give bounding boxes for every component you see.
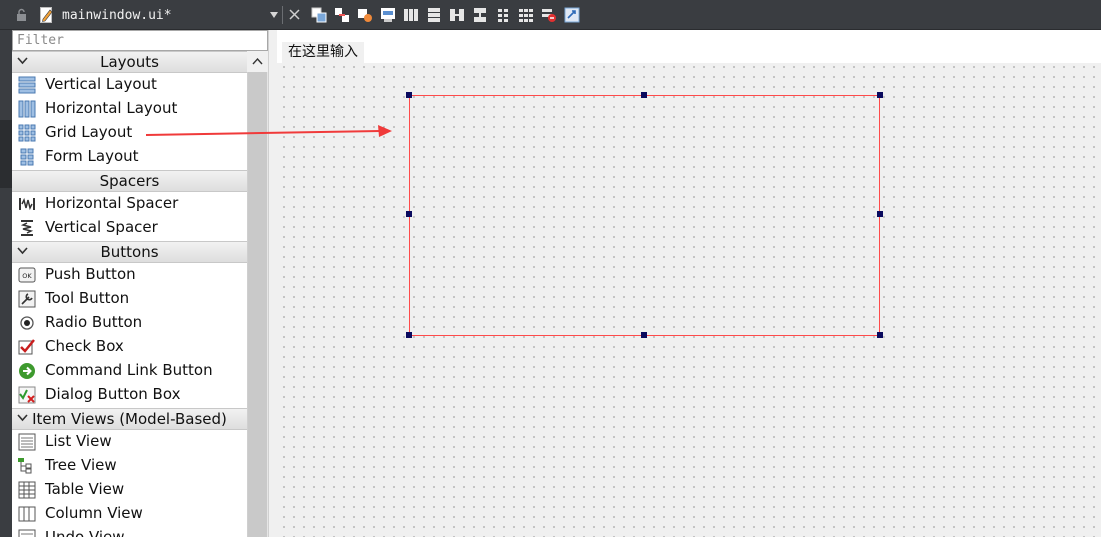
section-title: Layouts bbox=[100, 53, 159, 71]
layout-vertical-icon[interactable] bbox=[426, 7, 442, 23]
dialog-button-box-icon bbox=[18, 386, 36, 404]
widget-item-label: Column View bbox=[45, 504, 143, 522]
adjust-size-icon[interactable] bbox=[564, 7, 580, 23]
widget-item-check-box[interactable]: Check Box bbox=[12, 335, 247, 359]
resize-handle-left[interactable] bbox=[406, 211, 412, 217]
menu-type-here[interactable]: 在这里输入 bbox=[282, 42, 364, 63]
command-link-icon bbox=[19, 363, 35, 379]
edit-buddies-icon[interactable] bbox=[357, 7, 373, 23]
widget-item-label: Grid Layout bbox=[45, 123, 133, 141]
widget-item-command-link-button[interactable]: Command Link Button bbox=[12, 359, 247, 383]
edit-widgets-icon[interactable] bbox=[311, 7, 327, 23]
layout-vertical-splitter-icon[interactable] bbox=[472, 7, 488, 23]
resize-handle-top[interactable] bbox=[641, 92, 647, 98]
widget-item-label: Table View bbox=[45, 480, 125, 498]
selected-layout-frame[interactable] bbox=[409, 95, 880, 336]
widget-item-label: Vertical Layout bbox=[45, 75, 157, 93]
file-icon bbox=[40, 7, 53, 23]
radio-button-icon bbox=[20, 316, 34, 330]
section-title: Spacers bbox=[99, 172, 160, 190]
layout-form-icon[interactable] bbox=[495, 7, 511, 23]
widget-item-label: Push Button bbox=[45, 265, 136, 283]
layout-horizontal-splitter-icon[interactable] bbox=[449, 7, 465, 23]
widget-item-label: Tree View bbox=[45, 456, 117, 474]
file-name[interactable]: mainwindow.ui* bbox=[62, 7, 172, 24]
resize-handle-top-right[interactable] bbox=[877, 92, 883, 98]
lock-icon[interactable] bbox=[16, 8, 27, 21]
widget-item-push-button[interactable]: OK Push Button bbox=[12, 263, 247, 287]
widget-item-label: Tool Button bbox=[45, 289, 130, 307]
side-dock-edge bbox=[0, 30, 12, 537]
check-box-icon bbox=[18, 339, 35, 355]
tool-button-icon bbox=[18, 290, 36, 308]
widget-item-label: Horizontal Layout bbox=[45, 99, 178, 117]
resize-handle-bottom[interactable] bbox=[641, 332, 647, 338]
vertical-layout-icon bbox=[18, 76, 36, 94]
widget-item-table-view[interactable]: Table View bbox=[12, 478, 247, 502]
resize-handle-top-left[interactable] bbox=[406, 92, 412, 98]
section-title: Item Views (Model-Based) bbox=[32, 410, 227, 428]
toolbar-separator bbox=[282, 6, 283, 24]
widget-item-column-view[interactable]: Column View bbox=[12, 502, 247, 526]
column-view-icon bbox=[18, 506, 36, 522]
widget-item-label: Vertical Spacer bbox=[45, 218, 158, 236]
widget-item-form-layout[interactable]: Form Layout bbox=[12, 145, 247, 169]
widget-item-horizontal-layout[interactable]: Horizontal Layout bbox=[12, 97, 247, 121]
resize-handle-right[interactable] bbox=[877, 211, 883, 217]
widget-box-list: Layouts Vertical Layout Horizontal Layou… bbox=[12, 51, 247, 537]
resize-handle-bottom-left[interactable] bbox=[406, 332, 412, 338]
vertical-spacer-icon bbox=[20, 220, 34, 236]
horizontal-layout-icon bbox=[18, 100, 36, 118]
tree-view-icon bbox=[18, 458, 32, 474]
form-menubar[interactable] bbox=[277, 30, 1101, 63]
table-view-icon bbox=[18, 481, 36, 499]
widget-item-label: Command Link Button bbox=[45, 361, 213, 379]
widget-item-dialog-button-box[interactable]: Dialog Button Box bbox=[12, 383, 247, 407]
widget-item-list-view[interactable]: List View bbox=[12, 430, 247, 454]
widget-item-tree-view[interactable]: Tree View bbox=[12, 454, 247, 478]
push-button-icon: OK bbox=[18, 267, 36, 283]
widget-item-tool-button[interactable]: Tool Button bbox=[12, 287, 247, 311]
widget-item-label: List View bbox=[45, 432, 112, 450]
edit-tab-order-icon[interactable] bbox=[380, 7, 396, 23]
layout-horizontal-icon[interactable] bbox=[403, 7, 419, 23]
resize-handle-bottom-right[interactable] bbox=[877, 332, 883, 338]
edit-signals-slots-icon[interactable] bbox=[334, 7, 350, 23]
dropdown-icon[interactable] bbox=[270, 12, 278, 18]
widget-item-vertical-layout[interactable]: Vertical Layout bbox=[12, 73, 247, 97]
close-icon[interactable] bbox=[288, 8, 301, 21]
section-header-buttons[interactable]: Buttons bbox=[12, 241, 247, 263]
widget-item-horizontal-spacer[interactable]: Horizontal Spacer bbox=[12, 192, 247, 216]
widget-item-label: Horizontal Spacer bbox=[45, 194, 179, 212]
widget-item-label: Check Box bbox=[45, 337, 124, 355]
break-layout-icon[interactable] bbox=[541, 7, 557, 23]
widget-item-label: Undo View bbox=[45, 528, 125, 537]
grid-layout-icon bbox=[18, 124, 36, 142]
panel-splitter[interactable] bbox=[268, 30, 277, 537]
widget-item-undo-view[interactable]: Undo View bbox=[12, 526, 247, 537]
widget-item-label: Radio Button bbox=[45, 313, 143, 331]
filter-input[interactable]: Filter bbox=[12, 30, 268, 51]
list-view-icon bbox=[18, 433, 36, 451]
section-header-layouts[interactable]: Layouts bbox=[12, 51, 247, 73]
widget-item-label: Dialog Button Box bbox=[45, 385, 181, 403]
editor-toolbar: mainwindow.ui* bbox=[0, 0, 1101, 30]
section-title: Buttons bbox=[100, 243, 159, 261]
svg-text:OK: OK bbox=[22, 272, 32, 280]
widget-item-vertical-spacer[interactable]: Vertical Spacer bbox=[12, 216, 247, 240]
horizontal-spacer-icon bbox=[19, 197, 35, 211]
widget-item-radio-button[interactable]: Radio Button bbox=[12, 311, 247, 335]
chevron-up-icon bbox=[252, 58, 263, 65]
widget-item-grid-layout[interactable]: Grid Layout bbox=[12, 121, 247, 145]
section-header-spacers[interactable]: Spacers bbox=[12, 170, 247, 192]
form-layout-icon bbox=[20, 148, 34, 166]
widget-item-label: Form Layout bbox=[45, 147, 139, 165]
scroll-up-button[interactable] bbox=[247, 51, 268, 72]
scroll-thumb[interactable] bbox=[248, 72, 267, 537]
section-header-item-views[interactable]: Item Views (Model-Based) bbox=[12, 408, 247, 430]
undo-view-icon bbox=[18, 529, 36, 537]
side-dock-notch bbox=[0, 120, 12, 188]
layout-grid-icon[interactable] bbox=[518, 7, 534, 23]
